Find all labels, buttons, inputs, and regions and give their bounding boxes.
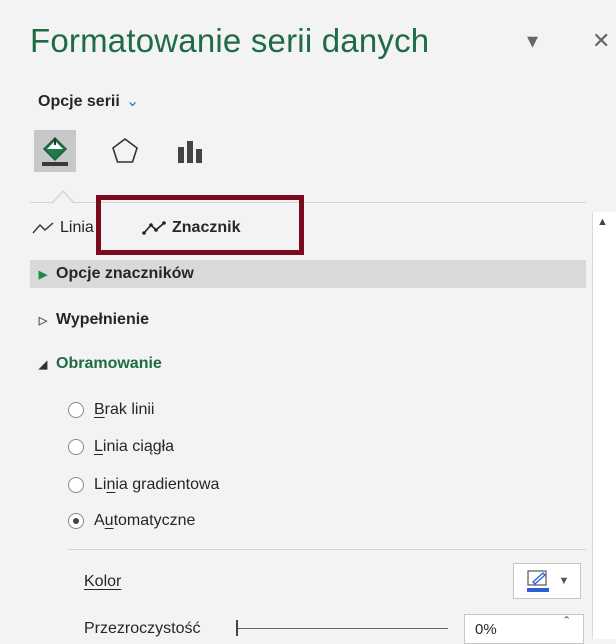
expanded-arrow-icon: ◢: [38, 358, 48, 371]
pen-color-icon: [526, 570, 549, 592]
pane-title: Formatowanie serii danych: [30, 22, 430, 59]
radio-gradient-line[interactable]: Linia gradientowa: [68, 476, 219, 494]
fill-line-icon: [42, 136, 68, 166]
scroll-up-icon[interactable]: ▲: [597, 216, 608, 228]
chevron-down-icon: ⌄: [125, 93, 140, 110]
series-options-label: Opcje serii: [38, 93, 120, 110]
separator: [68, 549, 586, 550]
section-fill-label: Wypełnienie: [56, 311, 150, 328]
section-border[interactable]: ◢ Obramowanie: [30, 350, 162, 378]
tab-line-label: Linia: [60, 219, 94, 236]
transparency-slider-thumb[interactable]: [236, 620, 238, 636]
tab-line[interactable]: Linia: [32, 219, 94, 237]
bar-chart-icon: [178, 141, 202, 163]
vertical-scrollbar[interactable]: [592, 212, 616, 639]
pentagon-effects-icon: [112, 138, 138, 163]
radio-button[interactable]: [68, 402, 84, 418]
active-tab-notch-inner: [53, 192, 73, 203]
color-label: Kolor: [84, 573, 122, 590]
chevron-down-icon: ▼: [558, 575, 570, 587]
line-icon: [32, 222, 54, 234]
radio-button-checked[interactable]: [68, 513, 84, 529]
series-options-tab[interactable]: [170, 130, 212, 172]
section-marker-options-label: Opcje znaczników: [56, 265, 194, 282]
transparency-label: Przezroczystość: [84, 620, 201, 637]
transparency-slider-track[interactable]: [236, 628, 448, 629]
section-marker-options[interactable]: ▶ Opcje znaczników: [30, 260, 586, 288]
radio-solid-line-label: Linia ciągła: [94, 438, 175, 455]
highlight-annotation-box: [96, 195, 304, 255]
section-border-label: Obramowanie: [56, 355, 162, 372]
collapsed-arrow-icon: ▶: [38, 268, 48, 281]
radio-no-line[interactable]: Brak linii: [68, 401, 154, 419]
pane-options-dropdown-icon[interactable]: ▾: [527, 28, 538, 54]
radio-solid-line[interactable]: Linia ciągła: [68, 438, 174, 456]
section-fill[interactable]: ▷ Wypełnienie: [30, 306, 149, 334]
radio-automatic[interactable]: Automatyczne: [68, 512, 195, 530]
fill-line-tab[interactable]: [34, 130, 76, 172]
radio-gradient-line-label: Linia gradientowa: [94, 476, 220, 493]
series-options-dropdown[interactable]: Opcje serii ⌄: [38, 91, 139, 111]
radio-button[interactable]: [68, 477, 84, 493]
spin-up-icon[interactable]: ⌃: [562, 614, 571, 627]
close-icon[interactable]: ✕: [592, 28, 610, 54]
color-picker-button[interactable]: ▼: [513, 563, 581, 599]
radio-button[interactable]: [68, 439, 84, 455]
collapsed-arrow-icon: ▷: [38, 314, 48, 327]
radio-no-line-label: Brak linii: [94, 401, 155, 418]
radio-automatic-label: Automatyczne: [94, 512, 196, 529]
effects-tab[interactable]: [104, 130, 146, 172]
